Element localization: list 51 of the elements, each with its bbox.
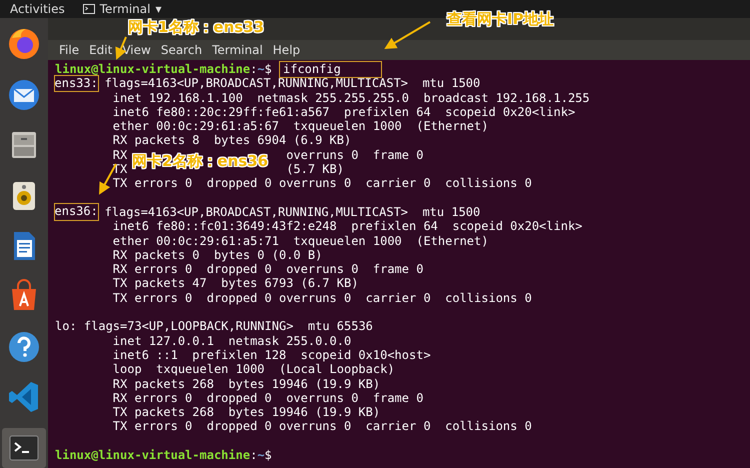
annotation-label: 网卡1名称：ens33 [128, 18, 264, 37]
output-line: TX errors 0 dropped 0 overruns 0 carrier 0 collisions 0 [112, 290, 532, 306]
command-text: ifconfig [279, 60, 382, 78]
output-line: inet 192.168.1.100 netmask 255.255.255.0 broadcast 192.168.1.255 [112, 90, 590, 105]
activities-button[interactable]: Activities [10, 2, 65, 16]
menu-item[interactable]: Edit [88, 43, 114, 57]
output-line: flags=4163<UP,BROADCAST,RUNNING,MULTICAST> mtu 1500 [104, 76, 480, 91]
app-menu[interactable]: Terminal ▾ [82, 2, 162, 16]
output-line: inet6 ::1 prefixlen 128 scopeid 0x10<host> [112, 348, 431, 362]
prompt-path: ~ [257, 62, 265, 76]
output-line: inet 127.0.0.1 netmask 255.0.0.0 [112, 334, 352, 348]
output-line: RX packets 8 bytes 6904 (6.9 KB) [112, 133, 352, 148]
terminal-icon [82, 4, 95, 14]
output-line: RX errors 0 dropped 0 overruns 0 frame 0 [112, 262, 424, 276]
output-line: RX packets 268 bytes 19946 (19.9 KB) [112, 376, 380, 391]
annotation-label: 网卡2名称：ens36 [132, 152, 268, 171]
prompt-user-host: linux@linux-virtual-machine [55, 448, 250, 462]
output-line: TX errors 0 dropped 0 overruns 0 carrier 0 collisions 0 [112, 176, 532, 191]
interface-name: ens33: [54, 74, 99, 92]
output-line: RX errors 0 dropped 0 overruns 0 frame 0 [112, 390, 424, 406]
menu-item[interactable]: File [58, 43, 80, 57]
output-line: ether 00:0c:29:61:a5:71 txqueuelen 1000 (Ethernet) [112, 234, 488, 248]
interface-name: lo: [55, 319, 77, 334]
dock-item[interactable] [2, 428, 46, 468]
prompt-symbol: $ [264, 62, 272, 76]
menu-item[interactable]: View [121, 43, 152, 57]
output-line: flags=73<UP,LOOPBACK,RUNNING> mtu 65536 [84, 319, 373, 334]
output-fragment: overruns 0 frame 0 [286, 148, 424, 162]
menu-item[interactable]: Terminal [211, 43, 264, 57]
output-line: inet6 fe80::20c:29ff:fe61:a567 prefixlen 64 scopeid 0x20<link> [112, 104, 576, 120]
output-fragment: RX [112, 148, 128, 162]
output-line: inet6 fe80::fc01:3649:43f2:e248 prefixlen 64 scopeid 0x20<link> [112, 219, 582, 234]
output-fragment: TX [112, 162, 128, 176]
output-line: loop txqueuelen 1000 (Local Loopback) [112, 362, 395, 377]
prompt-separator: : [250, 62, 258, 76]
prompt-separator: : [250, 448, 258, 462]
output-line: ether 00:0c:29:61:a5:67 txqueuelen 1000 (Ethernet) [112, 119, 488, 134]
annotation-label: 查看网卡IP地址 [447, 10, 554, 29]
output-line: TX packets 47 bytes 6793 (6.7 KB) [112, 276, 358, 291]
menu-item[interactable]: Help [272, 43, 302, 57]
prompt-path: ~ [257, 448, 265, 462]
output-line: TX packets 268 bytes 19946 (19.9 KB) [112, 405, 380, 420]
output-line: TX errors 0 dropped 0 overruns 0 carrier 0 collisions 0 [112, 419, 532, 434]
interface-name: ens36: [54, 203, 99, 221]
menu-item[interactable]: Search [160, 43, 204, 57]
output-line: RX packets 0 bytes 0 (0.0 B) [112, 248, 322, 262]
annotation-arrow [384, 21, 431, 50]
output-line: flags=4163<UP,BROADCAST,RUNNING,MULTICAST> mtu 1500 [104, 204, 480, 220]
prompt-user-host: linux@linux-virtual-machine [55, 62, 250, 76]
output-fragment: (5.7 KB) [286, 162, 344, 176]
prompt-symbol: $ [264, 448, 272, 462]
